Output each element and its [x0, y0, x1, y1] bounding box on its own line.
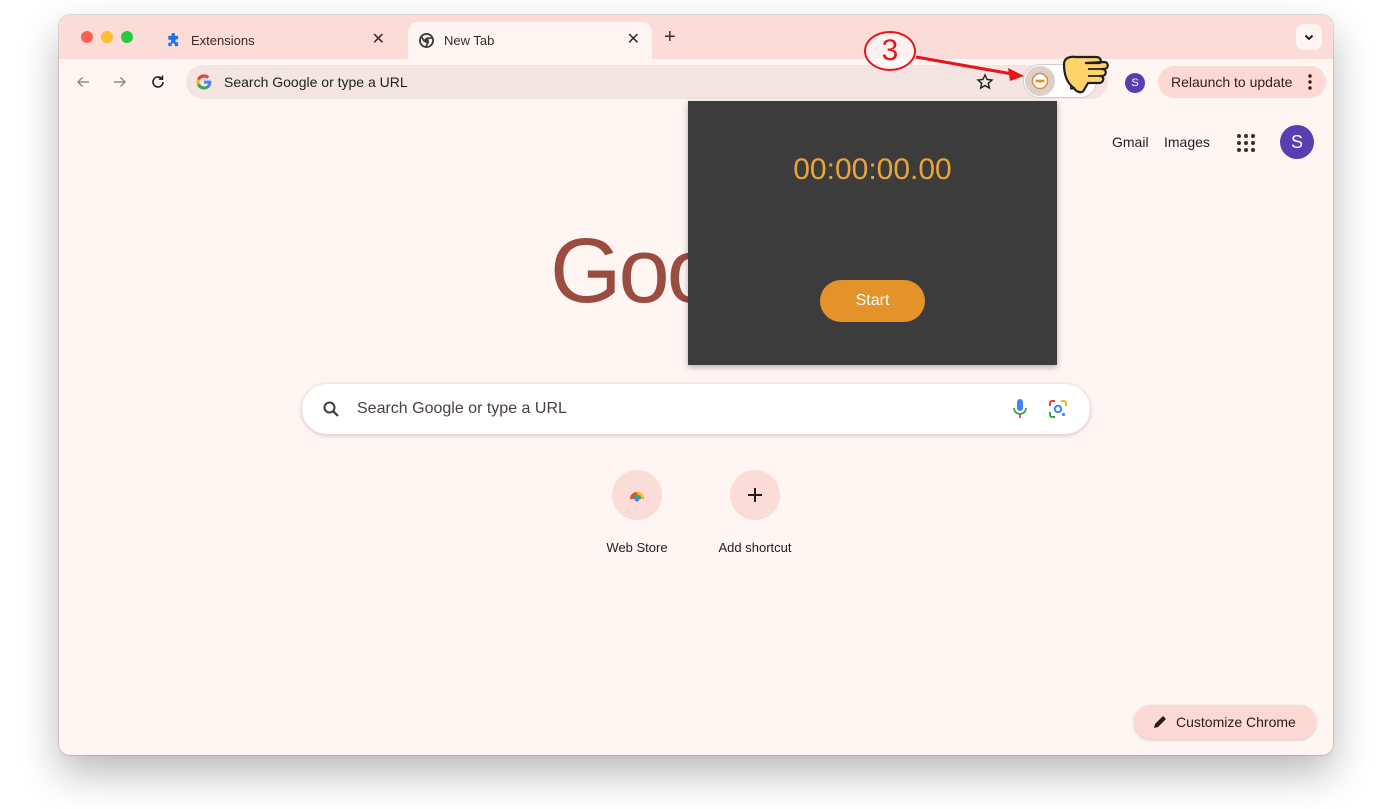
google-apps-icon[interactable]	[1235, 132, 1257, 154]
google-lens-icon[interactable]	[1048, 399, 1068, 419]
close-icon[interactable]: ✕	[372, 32, 385, 48]
step-marker: 3	[864, 31, 916, 71]
tab-extensions[interactable]: Extensions ✕	[155, 22, 397, 59]
tab-strip: Extensions ✕ New Tab ✕ +	[59, 15, 1333, 59]
back-button[interactable]	[72, 71, 94, 93]
tab-new-tab[interactable]: New Tab ✕	[408, 22, 652, 59]
puzzle-icon	[165, 33, 181, 49]
address-bar-placeholder: Search Google or type a URL	[224, 74, 408, 90]
more-vert-icon[interactable]	[1308, 73, 1312, 91]
pencil-icon	[1154, 716, 1166, 728]
gmail-link[interactable]: Gmail	[1112, 134, 1149, 150]
customize-label: Customize Chrome	[1176, 714, 1296, 730]
profile-button[interactable]: S	[1125, 73, 1145, 93]
close-icon[interactable]: ✕	[627, 32, 640, 48]
tab-search-button[interactable]	[1296, 24, 1322, 50]
search-box[interactable]: Search Google or type a URL	[302, 384, 1090, 434]
chevron-down-icon	[1304, 34, 1314, 41]
search-placeholder: Search Google or type a URL	[357, 400, 567, 417]
images-link[interactable]: Images	[1164, 134, 1210, 150]
account-avatar[interactable]: S	[1280, 125, 1314, 159]
start-button[interactable]: Start	[820, 280, 925, 322]
pointing-hand-icon	[1062, 55, 1109, 94]
close-window-button[interactable]	[81, 31, 93, 43]
microphone-icon[interactable]	[1010, 398, 1030, 420]
stopwatch-extension-button[interactable]	[1025, 66, 1055, 96]
stopwatch-extension-popup: 00:00:00.00 Start	[688, 101, 1057, 365]
timer-display: 00:00:00.00	[793, 153, 952, 186]
stopwatch-icon	[1031, 72, 1049, 90]
relaunch-to-update-button[interactable]: Relaunch to update	[1158, 66, 1326, 98]
reload-button[interactable]	[147, 71, 169, 93]
google-g-icon	[196, 74, 212, 90]
shortcut-add[interactable]: Add shortcut	[700, 470, 810, 555]
shortcut-web-store[interactable]: Web Store	[582, 470, 692, 555]
address-bar[interactable]: Search Google or type a URL	[186, 65, 1108, 99]
minimize-window-button[interactable]	[101, 31, 113, 43]
arrow-left-icon	[76, 76, 89, 88]
plus-icon	[730, 470, 780, 520]
customize-chrome-button[interactable]: Customize Chrome	[1134, 705, 1316, 739]
web-store-icon	[612, 470, 662, 520]
tab-new-tab-title: New Tab	[444, 33, 495, 48]
shortcut-label: Add shortcut	[718, 540, 792, 555]
star-icon[interactable]	[976, 73, 994, 91]
new-tab-button[interactable]: +	[664, 27, 676, 47]
arrow-right-icon	[114, 76, 127, 88]
zoom-window-button[interactable]	[121, 31, 133, 43]
relaunch-label: Relaunch to update	[1171, 74, 1293, 90]
tab-extensions-title: Extensions	[191, 33, 255, 48]
reload-icon	[152, 75, 164, 88]
forward-button[interactable]	[109, 71, 131, 93]
shortcut-label: Web Store	[606, 540, 668, 555]
search-icon	[323, 401, 339, 417]
chrome-icon	[418, 33, 434, 49]
toolbar: Search Google or type a URL S Relaunch t…	[59, 59, 1333, 105]
